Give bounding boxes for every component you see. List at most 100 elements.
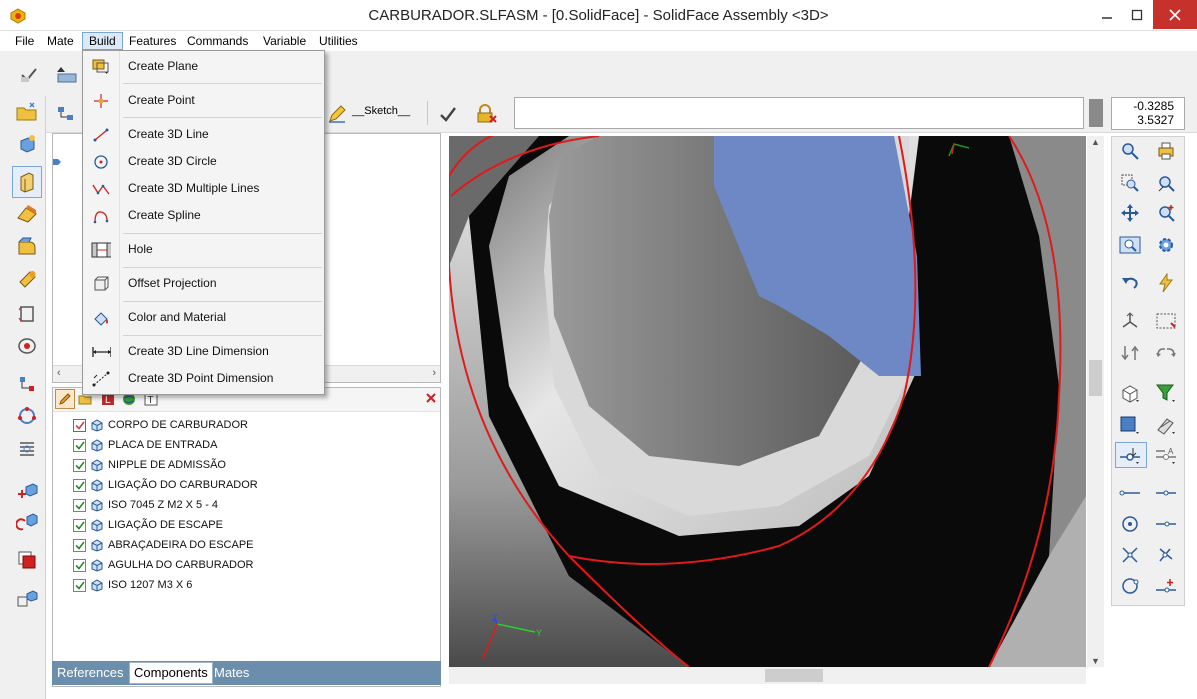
move-node-icon[interactable] [15,372,39,396]
3d-viewport[interactable]: Z Y X [449,136,1086,667]
zoom-magnifier-icon[interactable] [1118,139,1142,163]
menu-hole[interactable]: Hole [83,238,324,262]
close-button[interactable] [1153,0,1197,29]
shell-icon[interactable] [15,302,39,326]
pattern-icon[interactable] [15,404,39,428]
origin-axes-icon[interactable] [1118,309,1142,333]
zoom-in-icon[interactable] [1154,201,1178,225]
component-row[interactable]: ISO 7045 Z M2 X 5 - 4 [73,495,258,515]
lock-cancel-icon[interactable] [476,103,498,125]
chamfer-icon[interactable] [15,202,39,226]
component-row[interactable]: AGULHA DO CARBURADOR [73,555,258,575]
snap-endpoint-right-icon[interactable] [1154,512,1178,536]
command-input[interactable] [514,97,1084,129]
pan-icon[interactable] [1118,201,1142,225]
check-parts-icon[interactable] [18,63,40,85]
menu-variable[interactable]: Variable [257,32,312,50]
snap-center-icon[interactable] [1118,512,1142,536]
print-icon[interactable] [1154,139,1178,163]
tree-expand-icon[interactable] [56,63,78,85]
rotate-component-icon[interactable] [15,510,39,534]
component-row[interactable]: CORPO DE CARBURADOR [73,415,258,435]
visibility-checkbox[interactable] [73,458,86,472]
component-row[interactable]: ISO 1207 M3 X 6 [73,575,258,595]
menu-mate[interactable]: Mate [41,32,80,50]
vertical-scroll-thumb[interactable] [1089,360,1102,396]
structure-icon[interactable] [55,103,77,125]
component-row[interactable]: NIPPLE DE ADMISSÃO [73,455,258,475]
regenerate-lightning-icon[interactable] [1154,271,1178,295]
zoom-window-icon[interactable] [1118,171,1142,195]
new-part-icon[interactable] [15,132,39,156]
cylinder-icon[interactable] [15,266,39,290]
explode-icon[interactable] [15,586,39,610]
menu-commands[interactable]: Commands [181,32,254,50]
menu-color-and-material[interactable]: Color and Material [83,306,324,330]
menu-create-3d-multiple-lines[interactable]: Create 3D Multiple Lines [83,177,324,201]
undo-redo-icon[interactable] [1154,341,1178,365]
pencil-sketch-icon[interactable] [326,103,348,125]
extrude-icon[interactable] [15,170,39,194]
select-box-icon[interactable] [1154,309,1178,333]
revolve-icon[interactable] [15,334,39,358]
menu-create-3d-circle[interactable]: Create 3D Circle [83,150,324,174]
visibility-checkbox[interactable] [73,518,86,532]
viewport-vertical-scrollbar[interactable]: ▲ ▼ [1087,136,1104,667]
zoom-dynamic-icon[interactable] [1154,171,1178,195]
menu-features[interactable]: Features [123,32,182,50]
menu-build[interactable]: Build [82,32,123,50]
snap-endpoint-icon[interactable] [1118,481,1142,505]
component-row[interactable]: LIGAÇÃO DO CARBURADOR [73,475,258,495]
menu-utilities[interactable]: Utilities [313,32,364,50]
visibility-checkbox[interactable] [73,498,86,512]
snap-tangent-icon[interactable] [1118,574,1142,598]
menu-offset-projection[interactable]: Offset Projection [83,272,324,296]
menu-create-plane[interactable]: Create Plane [83,55,324,79]
scroll-left-icon[interactable]: ‹ [57,367,61,379]
tab-mates[interactable]: Mates [210,661,253,685]
settings-gear-icon[interactable] [1154,233,1178,257]
snap-nearest-icon[interactable] [1154,574,1178,598]
menu-create-3d-line-dimension[interactable]: Create 3D Line Dimension [83,340,324,364]
visibility-checkbox[interactable] [73,578,86,592]
open-folder-icon[interactable] [15,100,39,124]
section-view-icon[interactable] [1154,413,1178,437]
menu-create-3d-line[interactable]: Create 3D Line [83,123,324,147]
menu-create-point[interactable]: Create Point [83,89,324,113]
swap-arrows-icon[interactable] [1118,341,1142,365]
menu-create-3d-point-dimension[interactable]: Create 3D Point Dimension [83,367,324,391]
visibility-checkbox[interactable] [73,438,86,452]
menu-create-spline[interactable]: Create Spline [83,204,324,228]
interference-icon[interactable] [15,548,39,572]
menu-file[interactable]: File [9,32,40,50]
fillet-icon[interactable] [15,234,39,258]
visibility-checkbox[interactable] [73,418,86,432]
filter-funnel-icon[interactable] [1154,381,1178,405]
snap-align-icon[interactable]: A [1154,443,1178,467]
edit-component-button[interactable] [55,389,75,409]
tab-references[interactable]: References [53,661,127,685]
confirm-check-icon[interactable] [437,103,459,125]
threads-icon[interactable] [15,436,39,460]
close-panel-icon[interactable] [425,392,437,407]
horizontal-scroll-thumb[interactable] [765,669,823,682]
scroll-down-icon[interactable]: ▼ [1091,656,1100,666]
view-cube-icon[interactable] [1118,381,1142,405]
component-row[interactable]: LIGAÇÃO DE ESCAPE [73,515,258,535]
minimize-button[interactable] [1092,0,1122,29]
snap-point-icon[interactable] [1118,443,1142,467]
visibility-checkbox[interactable] [73,478,86,492]
scroll-up-icon[interactable]: ▲ [1091,137,1100,147]
snap-perpendicular-icon[interactable] [1154,543,1178,567]
undo-icon[interactable] [1118,271,1142,295]
display-mode-icon[interactable] [1118,413,1142,437]
snap-intersection-icon[interactable] [1118,543,1142,567]
component-row[interactable]: ABRAÇADEIRA DO ESCAPE [73,535,258,555]
scroll-right-icon[interactable]: › [432,367,436,379]
snap-midpoint-icon[interactable] [1154,481,1178,505]
tab-components[interactable]: Components [129,662,213,684]
viewport-horizontal-scrollbar[interactable] [449,667,1086,684]
move-component-icon[interactable] [15,480,39,504]
zoom-all-icon[interactable] [1118,233,1142,257]
visibility-checkbox[interactable] [73,538,86,552]
